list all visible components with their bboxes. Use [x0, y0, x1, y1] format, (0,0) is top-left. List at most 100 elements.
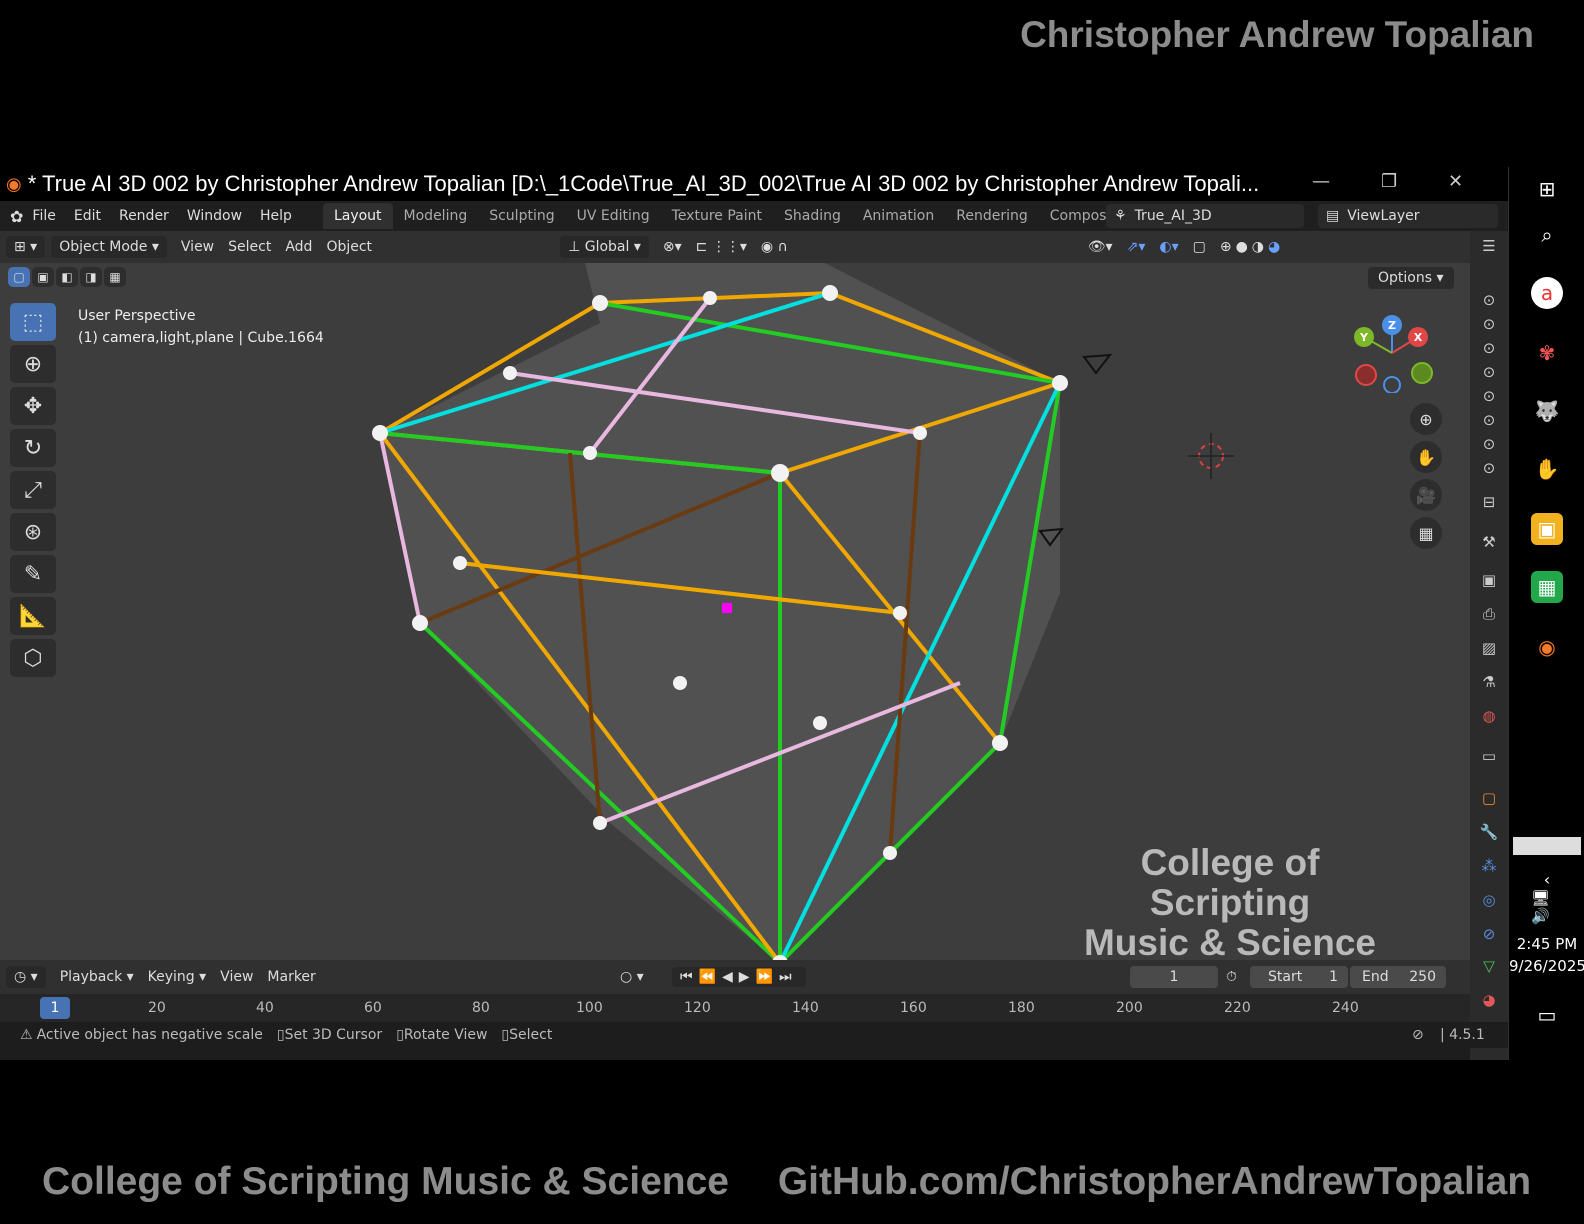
shading-rendered-icon[interactable]: ◕	[1268, 239, 1280, 255]
navigation-gizmo[interactable]: Z X Y	[1350, 313, 1440, 393]
gimp-icon[interactable]: 🐺	[1531, 395, 1563, 427]
taskbar-time[interactable]: 2:45 PM	[1509, 935, 1584, 953]
object-mode-dropdown[interactable]: Object Mode ▾	[51, 236, 167, 258]
search-icon[interactable]: ⌕	[1531, 219, 1563, 251]
tab-layout[interactable]: Layout	[322, 203, 393, 229]
menu-edit[interactable]: Edit	[74, 208, 101, 224]
menu-add[interactable]: Add	[285, 239, 312, 255]
view-layer-properties-icon[interactable]: ▨	[1478, 639, 1500, 661]
tab-uv-editing[interactable]: UV Editing	[566, 203, 661, 229]
3d-cursor-icon[interactable]	[1188, 433, 1234, 479]
scale-icon[interactable]: ⤢	[10, 471, 56, 509]
zoom-icon[interactable]: ⊕	[1410, 403, 1442, 435]
material-properties-icon[interactable]: ◕	[1478, 991, 1500, 1013]
measure-icon[interactable]: 📐	[10, 597, 56, 635]
pan-hand-icon[interactable]: ✋	[1410, 441, 1442, 473]
select-extend-icon[interactable]: ▣	[32, 267, 54, 287]
cursor-icon[interactable]: ⊕	[10, 345, 56, 383]
camera-visibility-icon[interactable]: ⊙	[1478, 411, 1500, 433]
camera-visibility-icon[interactable]: ⊙	[1478, 363, 1500, 385]
collection-properties-icon[interactable]: ▭	[1478, 747, 1500, 769]
menu-object[interactable]: Object	[326, 239, 372, 255]
menu-render[interactable]: Render	[119, 208, 169, 224]
camera-visibility-icon[interactable]: ⊙	[1478, 339, 1500, 361]
pivot-icon[interactable]: ⊗▾	[663, 239, 682, 255]
add-cube-icon[interactable]: ⬡	[10, 639, 56, 677]
select-subtract-icon[interactable]: ◧	[56, 267, 78, 287]
playback-controls[interactable]: ⏮⏪◀▶⏩⏭	[672, 967, 806, 987]
minimize-icon[interactable]: —	[1312, 171, 1330, 192]
modifier-properties-icon[interactable]: 🔧	[1478, 823, 1500, 845]
shading-material-icon[interactable]: ◑	[1252, 239, 1264, 255]
app-a-icon[interactable]: a	[1531, 277, 1563, 309]
menu-view[interactable]: View	[181, 239, 214, 255]
output-properties-icon[interactable]: ⎙	[1478, 605, 1500, 627]
transform-orientation-dropdown[interactable]: ⊥ Global ▾	[560, 236, 649, 258]
light-object-icon[interactable]	[1038, 527, 1064, 547]
constraints-icon[interactable]: ⊘	[1478, 925, 1500, 947]
transform-icon[interactable]: ⊛	[10, 513, 56, 551]
menu-help[interactable]: Help	[260, 208, 292, 224]
menu-window[interactable]: Window	[187, 208, 242, 224]
tab-shading[interactable]: Shading	[773, 203, 852, 229]
preview-range-icon[interactable]: ⏱	[1226, 969, 1237, 985]
tab-modeling[interactable]: Modeling	[393, 203, 479, 229]
select-invert-icon[interactable]: ◨	[80, 267, 102, 287]
select-new-icon[interactable]: ▢	[8, 267, 30, 287]
notifications-icon[interactable]: ▭	[1531, 999, 1563, 1031]
camera-visibility-icon[interactable]: ⊙	[1478, 387, 1500, 409]
camera-object-icon[interactable]	[1082, 353, 1112, 377]
3d-viewport[interactable]: ▢ ▣ ◧ ◨ ▦ ⬚ ⊕ ✥ ↻ ⤢ ⊛ ✎ 📐 ⬡ User Perspec…	[0, 263, 1470, 1003]
select-intersect-icon[interactable]: ▦	[104, 267, 126, 287]
auto-keying-icon[interactable]: ○ ▾	[620, 969, 644, 985]
lattice-cube-model[interactable]	[360, 263, 1080, 1003]
shading-solid-icon[interactable]: ●	[1236, 239, 1248, 255]
ortho-grid-icon[interactable]: ▦	[1410, 517, 1442, 549]
timeline-ruler[interactable]: 1 20 40 60 80 100 120 140 160 180 200 22…	[0, 994, 1470, 1022]
options-dropdown[interactable]: Options ▾	[1368, 267, 1454, 289]
taskbar-date[interactable]: 9/26/2025	[1509, 957, 1584, 975]
end-frame-field[interactable]: End 250	[1350, 966, 1446, 988]
visibility-icon[interactable]: 👁▾	[1088, 239, 1113, 255]
hand-app-icon[interactable]: ✋	[1531, 453, 1563, 485]
scene-properties-icon[interactable]: ⚗	[1478, 673, 1500, 695]
gizmo-toggle-icon[interactable]: ⇗▾	[1127, 239, 1146, 255]
data-properties-icon[interactable]: ▽	[1478, 957, 1500, 979]
camera-visibility-icon[interactable]: ⊙	[1478, 291, 1500, 313]
render-properties-icon[interactable]: ▣	[1478, 571, 1500, 593]
particles-icon[interactable]: ⁂	[1478, 857, 1500, 879]
xray-icon[interactable]: ▢	[1193, 239, 1206, 255]
blender-taskbar-icon[interactable]: ◉	[1531, 631, 1563, 663]
shading-wireframe-icon[interactable]: ⊕	[1220, 239, 1232, 255]
network-volume-icon[interactable]: 🖥 🔊	[1531, 889, 1563, 925]
blender-menu-icon[interactable]: ✿	[10, 207, 23, 226]
snap-icon[interactable]: ⊏ ⋮⋮▾	[696, 239, 747, 255]
select-box-icon[interactable]: ⬚	[10, 303, 56, 341]
slides-app-icon[interactable]: ▣	[1531, 513, 1563, 545]
outliner-icon[interactable]: ☰	[1478, 237, 1500, 259]
timeline-view-menu[interactable]: View	[220, 969, 253, 985]
menu-file[interactable]: File	[32, 208, 55, 224]
tab-animation[interactable]: Animation	[852, 203, 945, 229]
annotate-icon[interactable]: ✎	[10, 555, 56, 593]
close-icon[interactable]: ✕	[1448, 171, 1463, 192]
playhead-frame[interactable]: 1	[40, 997, 70, 1019]
properties-editor-icon[interactable]: ⊟	[1478, 493, 1500, 515]
scene-selector[interactable]: ⚘ True_AI_3D	[1106, 204, 1304, 228]
tab-texture-paint[interactable]: Texture Paint	[661, 203, 773, 229]
move-icon[interactable]: ✥	[10, 387, 56, 425]
paint-app-icon[interactable]: ✾	[1531, 337, 1563, 369]
world-properties-icon[interactable]: ◍	[1478, 707, 1500, 729]
camera-visibility-icon[interactable]: ⊙	[1478, 459, 1500, 481]
keying-dropdown[interactable]: Keying ▾	[148, 969, 207, 985]
current-frame-field[interactable]: 1	[1130, 966, 1218, 988]
camera-visibility-icon[interactable]: ⊙	[1478, 315, 1500, 337]
object-properties-icon[interactable]: ▢	[1478, 789, 1500, 811]
tab-sculpting[interactable]: Sculpting	[478, 203, 565, 229]
menu-select[interactable]: Select	[228, 239, 271, 255]
editor-type-icon[interactable]: ⊞ ▾	[6, 236, 46, 258]
timeline-editor-icon[interactable]: ◷ ▾	[6, 966, 46, 988]
proportional-edit-icon[interactable]: ◉ ∩	[761, 239, 788, 255]
taskbar-scrollbar[interactable]	[1513, 837, 1581, 855]
tool-properties-icon[interactable]: ⚒	[1478, 533, 1500, 555]
